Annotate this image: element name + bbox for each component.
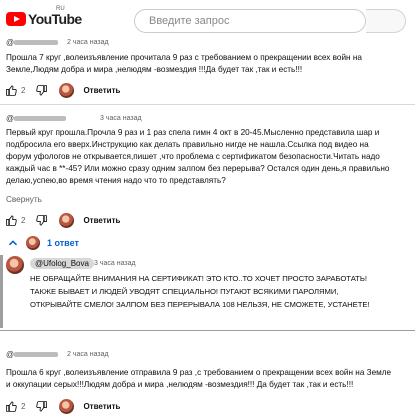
comment-text-line: Прошла 7 круг ,волеизъявление прочитала … xyxy=(6,53,362,62)
reply-time: 3 часа назад xyxy=(94,260,136,267)
comment-text-line: и оккупации серых!!!Людям добра и мира ,… xyxy=(6,380,354,389)
reply-text-line: НЕ ОБРАЩАЙТЕ ВНИМАНИЯ НА СЕРТИФИКАТ! ЭТО… xyxy=(30,274,367,283)
comment-author[interactable]: @ xyxy=(6,350,59,359)
separator xyxy=(0,104,415,105)
chevron-up-icon xyxy=(8,240,18,246)
comment-time: 2 часа назад xyxy=(67,39,109,46)
comment-time: 2 часа назад xyxy=(67,351,109,358)
reply-button[interactable]: Ответить xyxy=(83,86,120,95)
comment-time: 3 часа назад xyxy=(100,115,142,122)
author-name-redacted xyxy=(14,40,59,46)
comment-text-line: Прошла 6 круг ,волеизъявление отправила … xyxy=(6,368,392,377)
comment-text-line: делаю,успею,во время чтения надо что то … xyxy=(6,176,226,185)
logo-region: RU xyxy=(56,6,65,12)
reply-text-line: ОТКРЫВАЙТЕ СМЕЛО! ЗАЛПОМ БЕЗ ПЕРЕРЫВАЛА … xyxy=(30,300,370,309)
top-bar: YouTube RU Введите запрос xyxy=(0,0,415,40)
like-icon[interactable] xyxy=(5,84,18,97)
avatar xyxy=(26,236,40,250)
reply-indent-bar xyxy=(0,255,3,328)
like-icon[interactable] xyxy=(5,214,18,227)
logo-text: YouTube xyxy=(28,11,82,27)
reply-author[interactable]: @Ufolog_Bova xyxy=(30,258,94,269)
author-name-redacted xyxy=(14,352,59,358)
comment-author[interactable]: @ xyxy=(6,38,59,47)
search-button[interactable] xyxy=(366,9,406,33)
comment-actions: 2 Ответить xyxy=(5,399,120,414)
comment-text-line: каждый час в **-45? Или можно сразу одни… xyxy=(6,164,390,173)
reply-author-avatar[interactable] xyxy=(6,256,24,274)
search-input[interactable]: Введите запрос xyxy=(134,9,366,33)
reply-button[interactable]: Ответить xyxy=(83,216,120,225)
creator-heart-avatar xyxy=(59,399,75,414)
reply-button[interactable]: Ответить xyxy=(83,402,120,411)
comment-actions: 2 Ответить xyxy=(5,213,120,228)
collapse-button[interactable]: Свернуть xyxy=(6,195,42,204)
youtube-logo[interactable]: YouTube RU xyxy=(6,6,82,27)
comment-actions: 2 Ответить xyxy=(5,83,120,98)
separator xyxy=(0,330,415,331)
dislike-icon[interactable] xyxy=(35,84,48,97)
comment-text-line: форум уфологов не открывается,пишет ,что… xyxy=(6,152,380,161)
reply-text-line: ТАКЖЕ БЫВАЕТ И ЛЮДЕЙ УВОДЯТ СПЕЦИАЛЬНО! … xyxy=(30,287,339,296)
creator-heart-avatar xyxy=(59,213,75,228)
replies-toggle[interactable]: 1 ответ xyxy=(8,236,79,250)
creator-heart-avatar xyxy=(59,83,75,98)
like-icon[interactable] xyxy=(5,400,18,413)
comment-author[interactable]: @ xyxy=(6,114,67,123)
like-count: 2 xyxy=(21,402,26,411)
youtube-play-icon xyxy=(6,12,26,26)
comment-text-line: Первый круг прошла.Прочла 9 раз и 1 раз … xyxy=(6,128,380,137)
like-count: 2 xyxy=(21,86,26,95)
comment-text-line: подбросила его вверх.Инструкцию как дела… xyxy=(6,140,369,149)
replies-count: 1 ответ xyxy=(47,238,79,248)
like-count: 2 xyxy=(21,216,26,225)
dislike-icon[interactable] xyxy=(35,400,48,413)
comment-text-line: Земле,Людям добра и мира ,нелюдям -возме… xyxy=(6,65,303,74)
dislike-icon[interactable] xyxy=(35,214,48,227)
author-name-redacted xyxy=(14,116,67,122)
